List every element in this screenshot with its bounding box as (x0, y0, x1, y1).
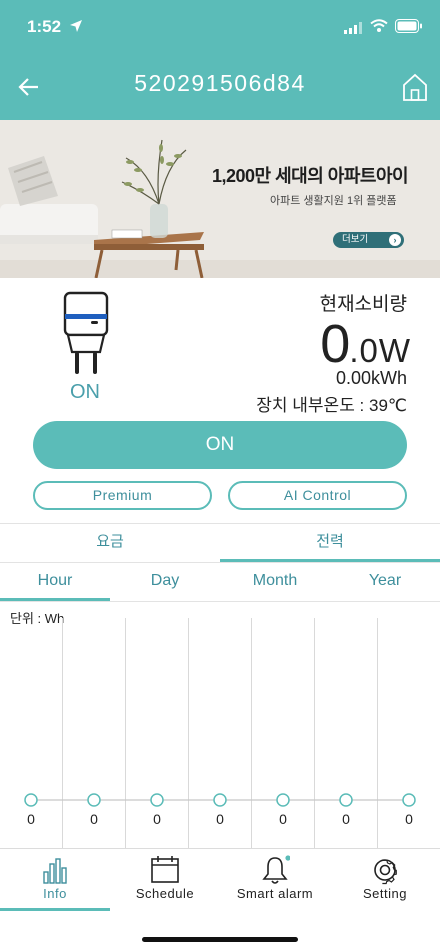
home-indicator (142, 937, 298, 942)
data-point (213, 793, 227, 807)
data-point (276, 793, 290, 807)
gear-icon (374, 859, 397, 885)
tab-fee-label: 요금 (96, 533, 124, 550)
banner-subtitle: 아파트 생활지원 1위 플랫폼 (270, 195, 397, 207)
banner-more-label: 더보기 (342, 234, 369, 245)
bar-chart-icon (43, 858, 67, 884)
energy-reading: 0.00kWh (335, 368, 407, 388)
premium-button[interactable]: Premium (33, 481, 212, 510)
wifi-icon (370, 19, 388, 32)
calendar-icon (151, 856, 179, 883)
bell-icon (262, 855, 290, 884)
nav-smart-alarm[interactable]: Smart alarm (220, 849, 330, 911)
power-toggle-button[interactable]: ON (33, 421, 407, 469)
data-label: 0 (342, 811, 350, 827)
data-label: 0 (27, 811, 35, 827)
power-chart: 0 0 0 0 0 0 0 (24, 618, 416, 848)
nav-schedule-label: Schedule (135, 886, 195, 901)
nav-setting[interactable]: Setting (330, 849, 440, 911)
home-icon[interactable] (401, 72, 429, 102)
tab-month[interactable]: Month (220, 563, 330, 601)
nav-info-underline (0, 908, 110, 911)
nav-setting-label: Setting (363, 886, 407, 901)
data-point (339, 793, 353, 807)
tab-hour-label: Hour (37, 572, 73, 589)
status-time: 1:52 (27, 17, 62, 36)
nav-info-label: Info (43, 886, 67, 901)
nav-header: 520291506d84 (0, 54, 440, 120)
nav-smart-alarm-label: Smart alarm (236, 886, 314, 901)
data-point (402, 793, 416, 807)
location-arrow-icon (70, 20, 82, 32)
battery-icon (395, 19, 422, 33)
tab-day[interactable]: Day (110, 563, 220, 601)
plug-state-label: ON (70, 381, 100, 403)
smart-plug-icon (63, 291, 109, 374)
internal-temperature: 장치 내부온도 : 39℃ (256, 396, 407, 415)
power-unit: .0W (349, 332, 411, 369)
data-point (150, 793, 164, 807)
tab-day-label: Day (150, 572, 180, 589)
divider (0, 601, 440, 602)
ai-control-button[interactable]: AI Control (228, 481, 407, 510)
tab-hour[interactable]: Hour (0, 563, 110, 601)
nav-schedule[interactable]: Schedule (110, 849, 220, 911)
data-label: 0 (405, 811, 413, 827)
tab-year[interactable]: Year (330, 563, 440, 601)
data-label: 0 (90, 811, 98, 827)
tab-power-label: 전력 (316, 533, 344, 550)
power-reading: 0.0W (320, 313, 411, 375)
current-consumption-label: 현재소비량 (319, 294, 407, 315)
data-point (24, 793, 38, 807)
status-bar: 1:52 (0, 0, 440, 54)
app-header: 1:52 520291506d84 (0, 0, 440, 120)
cellular-signal-icon (344, 22, 362, 34)
data-label: 0 (216, 811, 224, 827)
power-value: 0 (320, 314, 350, 374)
data-label: 0 (153, 811, 161, 827)
tab-power[interactable]: 전력 (220, 524, 440, 562)
data-point (87, 793, 101, 807)
data-label: 0 (279, 811, 287, 827)
device-id-title: 520291506d84 (134, 70, 306, 96)
promo-banner[interactable]: 1,200만 세대의 아파트아이 아파트 생활지원 1위 플랫폼 더보기 › (0, 120, 440, 278)
tab-month-label: Month (252, 572, 298, 589)
nav-info[interactable]: Info (0, 849, 110, 911)
chevron-right-icon: › (389, 234, 401, 246)
banner-headline: 1,200만 세대의 아파트아이 (212, 166, 409, 186)
banner-more-button[interactable]: 더보기 › (333, 232, 404, 248)
tab-fee[interactable]: 요금 (0, 524, 220, 562)
tab-year-label: Year (368, 572, 402, 589)
